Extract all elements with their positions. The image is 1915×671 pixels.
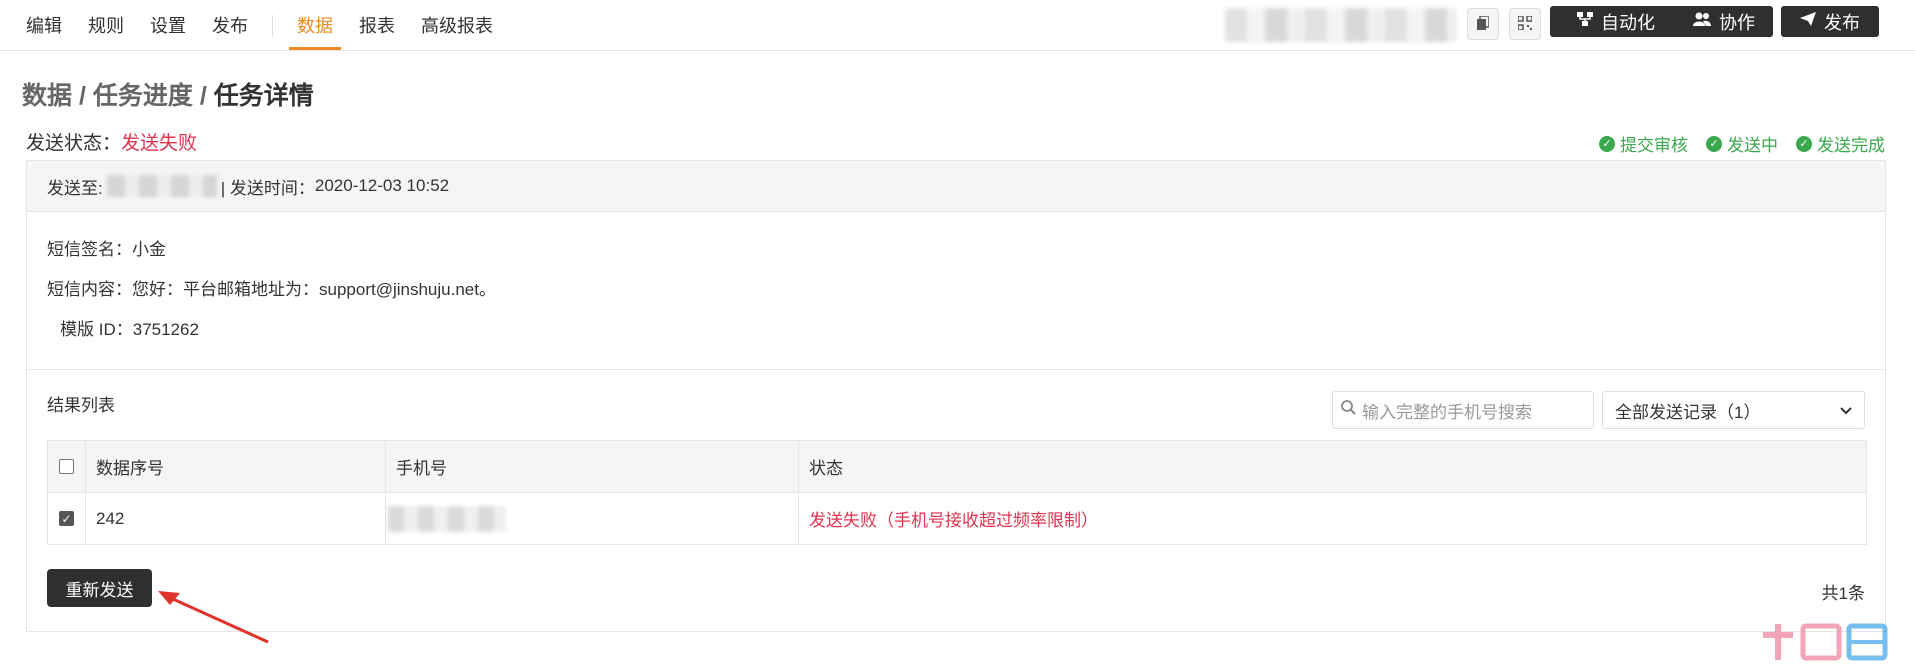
- send-icon: [1800, 12, 1816, 31]
- column-header-phone: 手机号: [386, 441, 799, 492]
- step-label: 提交审核: [1620, 136, 1688, 155]
- select-all-cell: [48, 441, 86, 492]
- step-submit-review: ✓ 提交审核: [1599, 131, 1688, 156]
- results-table: 数据序号 手机号 状态 ✓ 242 发送失败（手机号接收超过频率限制）: [47, 440, 1867, 545]
- form-link-field[interactable]: [1225, 8, 1457, 42]
- page-title: 任务详情: [213, 82, 314, 110]
- sms-signature-label: 短信签名：: [47, 240, 132, 259]
- nav-publish[interactable]: 发布: [212, 14, 248, 38]
- step-sending: ✓ 发送中: [1706, 131, 1778, 156]
- phone-redacted: [388, 505, 506, 532]
- send-status-label: 发送状态：: [26, 133, 122, 154]
- progress-steps: ✓ 提交审核 ✓ 发送中 ✓ 发送完成: [1581, 131, 1885, 156]
- publish-button[interactable]: 发布: [1781, 6, 1879, 37]
- table-header-row: 数据序号 手机号 状态: [48, 441, 1866, 493]
- row-checkbox[interactable]: ✓: [59, 511, 74, 526]
- qrcode-icon: [1517, 14, 1533, 33]
- phone-search-input[interactable]: 输入完整的手机号搜索: [1332, 391, 1594, 429]
- template-id-label: 模版 ID：: [60, 320, 133, 339]
- nav-divider: [272, 15, 273, 37]
- top-nav: 编辑 规则 设置 发布 数据 报表 高级报表: [26, 14, 519, 50]
- sms-content: 短信内容：您好：平台邮箱地址为：support@jinshuju.net。: [47, 275, 496, 300]
- sms-signature: 短信签名：小金: [47, 235, 166, 260]
- collaborate-label: 协作: [1719, 12, 1755, 33]
- column-header-serial: 数据序号: [86, 441, 386, 492]
- flow-icon: [1577, 12, 1593, 31]
- send-info-header: 发送至: | 发送时间： 2020-12-03 10:52: [27, 161, 1885, 212]
- collaborate-button[interactable]: 协作: [1675, 6, 1773, 37]
- result-list-title: 结果列表: [47, 396, 115, 415]
- tab-reports[interactable]: 报表: [359, 14, 395, 38]
- step-label: 发送完成: [1817, 136, 1885, 155]
- search-placeholder: 输入完整的手机号搜索: [1362, 402, 1532, 422]
- breadcrumb-separator: /: [78, 82, 86, 110]
- resend-button[interactable]: 重新发送: [47, 569, 152, 607]
- nav-settings[interactable]: 设置: [150, 14, 186, 38]
- task-detail-panel: 发送至: | 发送时间： 2020-12-03 10:52 短信签名：小金 短信…: [26, 160, 1886, 632]
- record-filter-select[interactable]: 全部发送记录（1）: [1602, 391, 1865, 429]
- breadcrumb-task-progress[interactable]: 任务进度: [93, 82, 193, 110]
- select-all-checkbox[interactable]: [59, 459, 74, 474]
- tab-data[interactable]: 数据: [289, 14, 341, 50]
- send-to-label: 发送至:: [47, 178, 103, 198]
- sms-signature-value: 小金: [132, 240, 166, 259]
- breadcrumb-data[interactable]: 数据: [22, 82, 72, 110]
- row-status: 发送失败（手机号接收超过频率限制）: [809, 511, 1098, 530]
- send-status-value: 发送失败: [121, 133, 198, 154]
- template-id: 模版 ID：3751262: [60, 315, 199, 340]
- qrcode-button[interactable]: [1509, 8, 1541, 40]
- automation-label: 自动化: [1601, 12, 1655, 33]
- copy-link-button[interactable]: [1467, 8, 1499, 40]
- check-circle-icon: ✓: [1599, 135, 1615, 152]
- row-phone: [386, 493, 799, 544]
- breadcrumb-separator: /: [199, 82, 207, 110]
- recipient-redacted: [106, 175, 217, 197]
- row-serial: 242: [86, 493, 386, 544]
- check-circle-icon: ✓: [1706, 135, 1722, 152]
- total-count: 共1条: [1821, 584, 1865, 603]
- send-time-value: 2020-12-03 10:52: [314, 176, 450, 195]
- column-header-status: 状态: [809, 459, 843, 478]
- chevron-down-icon: [1840, 400, 1852, 420]
- publish-label: 发布: [1824, 12, 1860, 33]
- sms-content-value: 您好：平台邮箱地址为：support@jinshuju.net。: [132, 280, 496, 299]
- breadcrumb: 数据 / 任务进度 / 任务详情: [22, 76, 314, 112]
- search-icon: [1341, 400, 1356, 420]
- sms-content-label: 短信内容：: [47, 280, 132, 299]
- top-bar: 编辑 规则 设置 发布 数据 报表 高级报表 自动化 协作 发布: [0, 0, 1915, 51]
- row-select-cell: ✓: [48, 493, 86, 544]
- template-id-value: 3751262: [132, 320, 199, 339]
- send-status: 发送状态：发送失败: [26, 128, 197, 155]
- watermark-logo: [1761, 622, 1891, 671]
- step-label: 发送中: [1727, 136, 1778, 155]
- send-time-label: | 发送时间：: [220, 178, 315, 198]
- section-divider: [27, 369, 1885, 370]
- tab-advanced-reports[interactable]: 高级报表: [421, 14, 493, 38]
- table-row: ✓ 242 发送失败（手机号接收超过频率限制）: [48, 493, 1866, 544]
- check-circle-icon: ✓: [1796, 135, 1812, 152]
- annotation-arrow: [158, 591, 269, 644]
- users-icon: [1693, 12, 1711, 31]
- record-filter-value: 全部发送记录（1）: [1615, 402, 1761, 422]
- copy-icon: [1477, 14, 1490, 33]
- automation-button[interactable]: 自动化: [1550, 6, 1682, 37]
- nav-rules[interactable]: 规则: [88, 14, 124, 38]
- nav-edit[interactable]: 编辑: [26, 14, 62, 38]
- step-complete: ✓ 发送完成: [1796, 131, 1885, 156]
